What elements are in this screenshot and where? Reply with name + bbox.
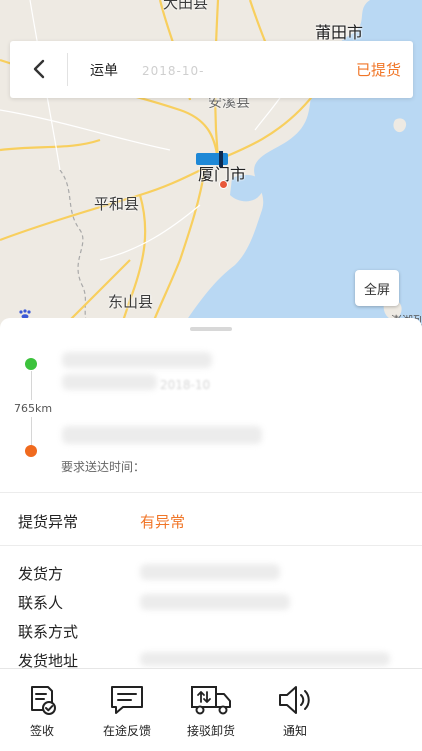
exception-value[interactable]: 有异常: [140, 511, 185, 532]
redacted-address: [140, 652, 390, 666]
redacted-origin-detail: [62, 374, 157, 390]
map-city-label: 平和县: [94, 195, 140, 213]
start-point-icon: [25, 358, 37, 370]
drag-handle[interactable]: [190, 327, 232, 331]
divider: [0, 492, 422, 493]
action-bar: 签收 在途反馈 接驳卸货 通知: [0, 668, 422, 751]
header-card: 运单 2018-10- 已提货: [10, 41, 413, 98]
map-city-label: 大田县: [163, 0, 209, 12]
end-point-icon: [25, 445, 37, 457]
transfer-unload-button-label: 接驳卸货: [186, 724, 235, 738]
feedback-button-label: 在途反馈: [102, 724, 151, 738]
chevron-left-icon[interactable]: [28, 57, 52, 81]
speaker-icon: [279, 686, 310, 714]
header-divider: [67, 53, 68, 86]
redacted-destination: [62, 426, 262, 444]
status-badge: 已提货: [355, 61, 401, 79]
exception-label: 提货异常: [18, 513, 79, 531]
contact-label: 联系人: [18, 594, 64, 612]
sign-button-label: 签收: [29, 724, 54, 738]
map-city-label: 莆田市: [315, 23, 364, 42]
header-blurred-date: 2018-10-: [142, 64, 205, 78]
divider: [0, 545, 422, 546]
truck-marker-icon[interactable]: [196, 151, 228, 167]
sign-doc-icon: [31, 686, 56, 715]
map-city-label: 东山县: [108, 293, 154, 311]
phone-label: 联系方式: [18, 623, 79, 641]
city-dot-icon: [219, 180, 228, 189]
page-title: 运单: [90, 63, 118, 79]
shipper-label: 发货方: [18, 565, 64, 583]
redacted-contact: [140, 594, 290, 610]
redacted-date: 2018-10: [160, 378, 211, 392]
transfer-unload-button[interactable]: 接驳卸货: [166, 669, 256, 751]
deadline-label: 要求送达时间：: [61, 460, 146, 474]
truck-unload-icon: [191, 686, 231, 715]
notify-button[interactable]: 通知: [250, 669, 340, 751]
feedback-button[interactable]: 在途反馈: [82, 669, 172, 751]
redacted-origin: [62, 352, 212, 368]
route-distance: 765km: [14, 400, 53, 417]
chat-icon: [111, 686, 143, 714]
redacted-shipper: [140, 564, 280, 580]
fullscreen-button[interactable]: 全屏: [355, 270, 399, 306]
sign-button[interactable]: 签收: [0, 669, 87, 751]
notify-button-label: 通知: [282, 724, 307, 738]
